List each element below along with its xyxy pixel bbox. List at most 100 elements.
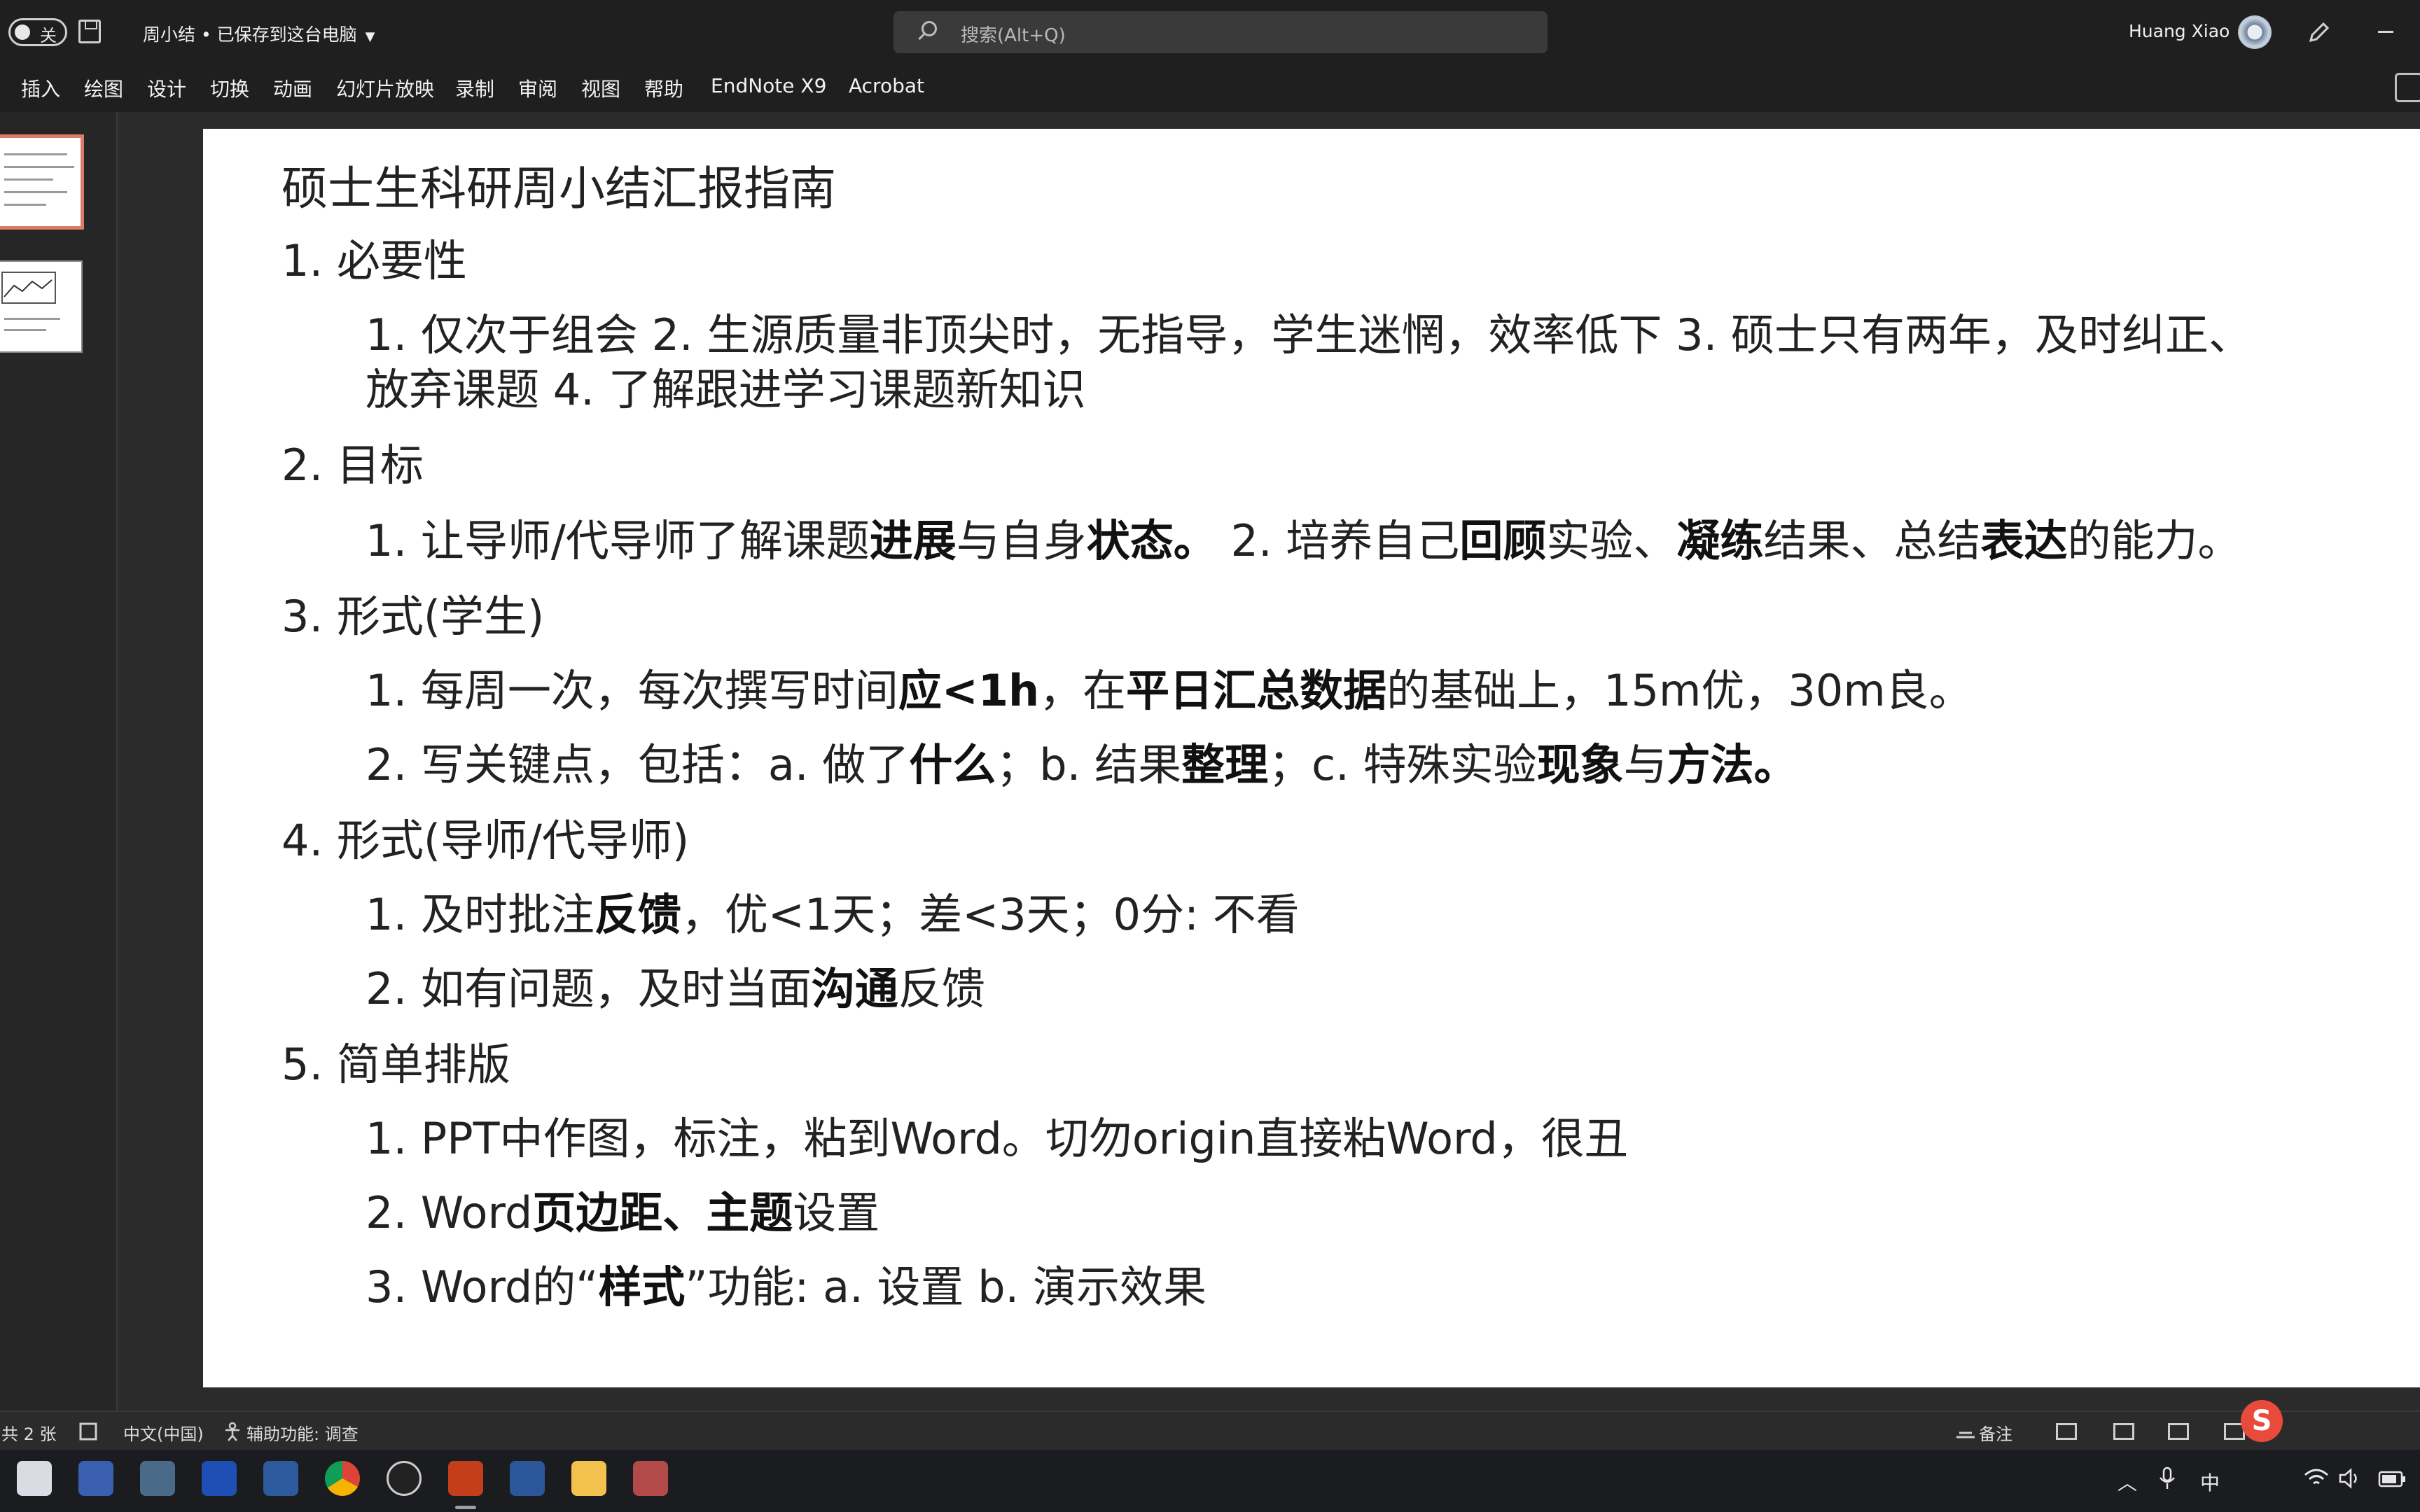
accessibility-status[interactable]: 辅助功能: 调查 — [246, 1420, 359, 1445]
minimize-button[interactable] — [2378, 31, 2393, 33]
network-icon[interactable] — [263, 1461, 298, 1496]
lenovo-icon[interactable] — [202, 1461, 237, 1496]
active-indicator — [455, 1506, 476, 1509]
disk-icon[interactable] — [78, 1461, 113, 1496]
bold-text-run: 方法。 — [1667, 739, 1797, 790]
outline-heading[interactable]: 4. 形式(导师/代导师) — [281, 805, 689, 868]
text-run: 3. 形式(学生) — [281, 591, 545, 642]
battery-icon[interactable] — [2378, 1471, 2406, 1488]
ribbon-tabs: 插入 绘图 设计 切换 动画 幻灯片放映 录制 审阅 视图 帮助 EndNote… — [0, 64, 2420, 112]
text-run: 4. 形式(导师/代导师) — [281, 815, 690, 866]
bold-text-run: 样式 — [598, 1261, 686, 1312]
accessibility-icon — [225, 1422, 239, 1441]
search-icon — [922, 21, 937, 36]
outline-item[interactable]: 放弃课题 4. 了解跟进学习课题新知识 — [366, 354, 1086, 417]
bold-text-run: 反馈 — [594, 889, 681, 940]
text-run: ，在 — [1039, 665, 1127, 716]
bold-text-run: 什么 — [909, 739, 996, 790]
tab-record[interactable]: 录制 — [455, 74, 494, 102]
obs-icon[interactable] — [387, 1461, 422, 1496]
sogou-ime-icon[interactable]: S — [2241, 1400, 2283, 1442]
slide-title[interactable]: 硕士生科研周小结汇报指南 — [281, 151, 836, 218]
outline-item[interactable]: 3. Word的“样式”功能: a. 设置 b. 演示效果 — [366, 1252, 1206, 1315]
text-run: 2. 培养自己 — [1216, 515, 1460, 566]
tab-slideshow[interactable]: 幻灯片放映 — [336, 74, 434, 102]
word-icon[interactable] — [510, 1461, 545, 1496]
outline-heading[interactable]: 2. 目标 — [281, 430, 424, 493]
bold-text-run: 回顾 — [1459, 515, 1547, 566]
bold-text-run: 整理 — [1181, 739, 1269, 790]
outline-heading[interactable]: 3. 形式(学生) — [281, 581, 544, 644]
desktop-icon[interactable] — [17, 1461, 52, 1496]
tab-animations[interactable]: 动画 — [273, 74, 312, 102]
book-icon[interactable] — [78, 1422, 99, 1441]
app-icon[interactable] — [633, 1461, 668, 1496]
comment-icon[interactable] — [2395, 73, 2420, 102]
outline-item[interactable]: 1. PPT中作图，标注，粘到Word。切勿origin直接粘Word，很丑 — [366, 1103, 1628, 1166]
tab-draw[interactable]: 绘图 — [84, 74, 123, 102]
bold-text-run: 状态。 — [1086, 515, 1217, 566]
bold-text-run: 凝练 — [1676, 515, 1764, 566]
tab-help[interactable]: 帮助 — [644, 74, 683, 102]
wifi-icon[interactable] — [2304, 1468, 2329, 1489]
save-icon[interactable] — [78, 20, 101, 43]
bold-text-run: 现象 — [1536, 739, 1624, 790]
bold-text-run: 平日汇总数据 — [1126, 665, 1387, 716]
outline-item[interactable]: 2. 写关键点，包括：a. 做了什么；b. 结果整理；c. 特殊实验现象与方法。 — [366, 729, 1797, 792]
bold-text-run: 进展 — [869, 515, 957, 566]
pen-icon[interactable] — [2307, 21, 2330, 45]
volume-icon[interactable] — [2339, 1468, 2363, 1489]
tab-transitions[interactable]: 切换 — [210, 74, 249, 102]
tab-design[interactable]: 设计 — [147, 74, 186, 102]
chrome-icon[interactable] — [325, 1461, 360, 1496]
outline-item[interactable]: 2. 如有问题，及时当面沟通反馈 — [366, 953, 985, 1016]
bold-text-run: 表达 — [1980, 515, 2068, 566]
text-run: 设置 — [793, 1187, 880, 1238]
chevron-up-icon[interactable]: ︿ — [2118, 1468, 2137, 1496]
slide-thumbnail[interactable] — [0, 134, 84, 230]
outline-item[interactable]: 1. 仅次于组会 2. 生源质量非顶尖时，无指导，学生迷惘，效率低下 3. 硕士… — [366, 300, 2252, 363]
powerpoint-icon[interactable] — [448, 1461, 483, 1496]
chevron-down-icon: ▼ — [365, 29, 375, 44]
vmware-icon[interactable] — [140, 1461, 175, 1496]
text-run: 1. 及时批注 — [366, 889, 594, 940]
slide-count: 共 2 张 — [1, 1424, 57, 1444]
tab-review[interactable]: 审阅 — [518, 74, 557, 102]
text-run: 与自身 — [956, 515, 1087, 566]
text-run: 反馈 — [898, 963, 985, 1014]
outline-heading[interactable]: 1. 必要性 — [281, 225, 467, 288]
outline-item[interactable]: 1. 及时批注反馈，优<1天；差<3天；0分: 不看 — [366, 879, 1300, 942]
text-run: 1. PPT中作图，标注，粘到Word。切勿origin直接粘Word，很丑 — [366, 1113, 1628, 1164]
text-run: 放弃课题 4. 了解跟进学习课题新知识 — [366, 364, 1086, 415]
notes-icon[interactable] — [1955, 1422, 1976, 1441]
text-run: 结果、总结 — [1763, 515, 1981, 566]
outline-item[interactable]: 1. 每周一次，每次撰写时间应<1h，在平日汇总数据的基础上，15m优，30m良… — [366, 655, 1973, 718]
folder-icon[interactable] — [571, 1461, 606, 1496]
tab-endnote[interactable]: EndNote X9 — [711, 74, 826, 97]
outline-item[interactable]: 2. Word页边距、主题设置 — [366, 1177, 879, 1240]
text-run: 2. 如有问题，及时当面 — [366, 963, 812, 1014]
user-name[interactable]: Huang Xiao — [2129, 21, 2230, 41]
autosave-toggle[interactable]: 关 — [8, 18, 67, 46]
slide-sorter-icon[interactable] — [2113, 1423, 2134, 1440]
outline-heading[interactable]: 5. 简单排版 — [281, 1029, 510, 1092]
text-run: ；c. 特殊实验 — [1268, 739, 1537, 790]
slide-thumbnail[interactable] — [0, 260, 83, 353]
notes-button[interactable]: 备注 — [1979, 1420, 2012, 1445]
tab-acrobat[interactable]: Acrobat — [849, 74, 924, 97]
reading-view-icon[interactable] — [2168, 1423, 2189, 1440]
search-box[interactable]: 搜索(Alt+Q) — [893, 11, 1548, 53]
text-run: ；b. 结果 — [996, 739, 1182, 790]
slide-canvas[interactable]: 硕士生科研周小结汇报指南 1. 必要性 1. 仅次于组会 2. 生源质量非顶尖时，… — [203, 129, 2420, 1387]
microphone-icon[interactable] — [2158, 1466, 2176, 1490]
tab-view[interactable]: 视图 — [581, 74, 620, 102]
outline-item[interactable]: 1. 让导师/代导师了解课题进展与自身状态。 2. 培养自己回顾实验、凝练结果、… — [366, 505, 2241, 568]
ime-indicator[interactable]: 中 — [2200, 1468, 2220, 1496]
chart-thumbnail-icon — [1, 272, 56, 304]
normal-view-icon[interactable] — [2056, 1423, 2077, 1440]
document-title[interactable]: 周小结 • 已保存到这台电脑 ▼ — [143, 21, 375, 46]
avatar[interactable] — [2238, 15, 2272, 49]
language-status[interactable]: 中文(中国) — [123, 1420, 204, 1445]
tab-insert[interactable]: 插入 — [21, 74, 60, 102]
bold-text-run: 沟通 — [811, 963, 898, 1014]
